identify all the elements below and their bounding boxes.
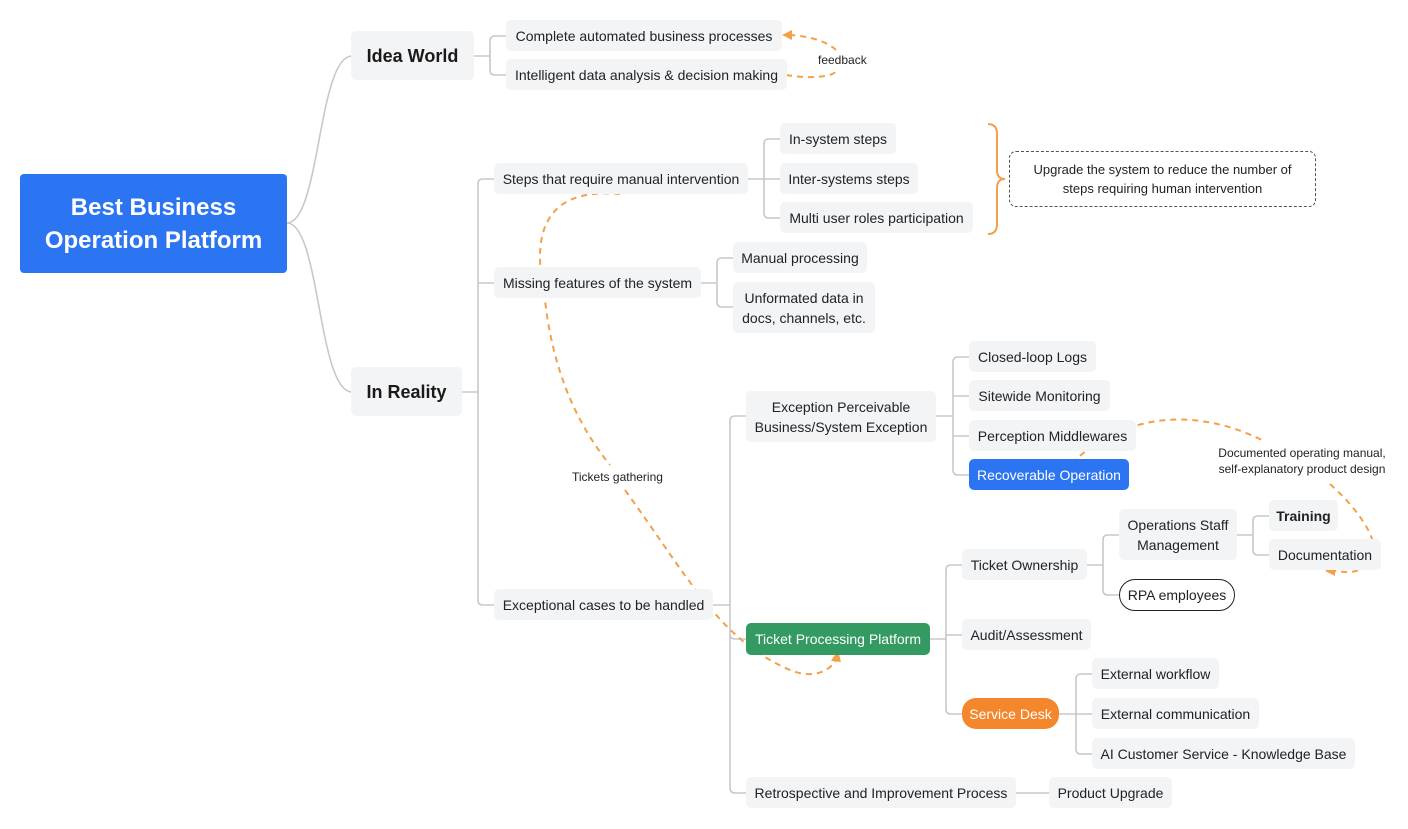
connector-service-desk xyxy=(1059,673,1093,755)
summary-note[interactable]: Upgrade the system to reduce the number … xyxy=(1009,151,1316,207)
node-recoverable-operation[interactable]: Recoverable Operation xyxy=(969,459,1129,490)
connector-reality-trunk xyxy=(462,178,495,606)
relationship-feedback xyxy=(785,69,836,79)
node-ticket-processing-platform[interactable]: Ticket Processing Platform xyxy=(746,623,930,655)
connector-root-reality xyxy=(286,222,353,393)
relationship-label-documented: Documented operating manual, self-explan… xyxy=(1218,446,1386,476)
node-documentation[interactable]: Documentation xyxy=(1269,539,1381,570)
node-unformated-data[interactable]: Unformated data in docs, channels, etc. xyxy=(733,282,875,333)
node-perception-middlewares[interactable]: Perception Middlewares xyxy=(969,420,1136,451)
root-label: Best Business Operation Platform xyxy=(44,193,263,254)
node-multi-user-roles[interactable]: Multi user roles participation xyxy=(780,202,973,233)
connector-steps xyxy=(748,138,780,219)
connector-idea-children xyxy=(474,35,507,76)
node-label: Product Upgrade xyxy=(1057,784,1164,801)
root-node[interactable]: Best Business Operation Platform xyxy=(20,174,287,273)
node-complete-automated[interactable]: Complete automated business processes xyxy=(506,20,782,51)
node-steps-manual[interactable]: Steps that require manual intervention xyxy=(494,163,748,194)
node-exception-perceivable[interactable]: Exception Perceivable Business/System Ex… xyxy=(746,391,936,442)
node-intelligent-data[interactable]: Intelligent data analysis & decision mak… xyxy=(506,59,787,90)
node-label: RPA employees xyxy=(1127,587,1227,603)
node-idea-world[interactable]: Idea World xyxy=(351,31,474,80)
node-label: External communication xyxy=(1100,705,1251,722)
node-sitewide-monitoring[interactable]: Sitewide Monitoring xyxy=(969,380,1110,411)
node-idea-world-label: Idea World xyxy=(366,45,459,66)
connector-ticket-platform xyxy=(929,564,962,715)
node-retrospective[interactable]: Retrospective and Improvement Process xyxy=(746,777,1016,808)
node-operations-staff[interactable]: Operations Staff Management xyxy=(1119,509,1237,560)
node-label: Operations Staff Management xyxy=(1127,516,1229,553)
node-label: Retrospective and Improvement Process xyxy=(754,784,1008,801)
connector-staff xyxy=(1236,515,1270,556)
connector-ownership xyxy=(1087,534,1120,596)
node-label: Complete automated business processes xyxy=(515,27,773,44)
node-service-desk[interactable]: Service Desk xyxy=(962,698,1059,729)
node-label: Inter-systems steps xyxy=(788,170,910,187)
node-external-workflow[interactable]: External workflow xyxy=(1092,658,1219,689)
relationship-label-tickets-gathering: Tickets gathering xyxy=(572,470,663,484)
node-manual-processing[interactable]: Manual processing xyxy=(733,242,867,273)
relationship-feedback-upper xyxy=(789,34,837,51)
relationship-label-feedback: feedback xyxy=(818,53,867,67)
node-exceptional-cases[interactable]: Exceptional cases to be handled xyxy=(494,589,713,620)
node-in-system-steps[interactable]: In-system steps xyxy=(780,123,896,154)
node-in-reality[interactable]: In Reality xyxy=(351,367,462,416)
node-label: External workflow xyxy=(1100,665,1211,682)
summary-note-text: Upgrade the system to reduce the number … xyxy=(1033,162,1292,196)
node-label: Documentation xyxy=(1277,546,1373,563)
node-ticket-ownership[interactable]: Ticket Ownership xyxy=(962,549,1087,580)
connector-missing xyxy=(701,257,734,308)
node-label: Training xyxy=(1276,507,1331,524)
node-label: Manual processing xyxy=(741,249,859,266)
node-label: Perception Middlewares xyxy=(977,427,1128,444)
summary-brace xyxy=(987,123,1006,235)
connector-perceivable xyxy=(936,356,969,476)
node-label: Exception Perceivable Business/System Ex… xyxy=(754,398,928,435)
connector-exceptional xyxy=(713,415,747,794)
node-label: Sitewide Monitoring xyxy=(978,387,1101,404)
node-missing-features[interactable]: Missing features of the system xyxy=(494,267,701,298)
node-label: Recoverable Operation xyxy=(977,466,1121,483)
node-label: Ticket Processing Platform xyxy=(755,631,921,647)
connector-root-idea xyxy=(286,55,353,224)
node-audit-assessment[interactable]: Audit/Assessment xyxy=(962,619,1091,650)
node-label: Intelligent data analysis & decision mak… xyxy=(514,66,779,83)
arrowhead-feedback xyxy=(782,30,792,40)
node-label: AI Customer Service - Knowledge Base xyxy=(1100,745,1347,762)
node-label: In-system steps xyxy=(788,130,888,147)
relationship-tickets-gathering xyxy=(539,192,621,466)
node-external-communication[interactable]: External communication xyxy=(1092,698,1259,729)
node-ai-customer-service[interactable]: AI Customer Service - Knowledge Base xyxy=(1092,738,1355,769)
node-label: Multi user roles participation xyxy=(789,209,964,226)
node-in-reality-label: In Reality xyxy=(366,381,447,402)
node-label: Missing features of the system xyxy=(502,274,693,291)
node-label: Audit/Assessment xyxy=(970,626,1083,643)
node-product-upgrade[interactable]: Product Upgrade xyxy=(1049,777,1172,808)
node-label: Ticket Ownership xyxy=(970,556,1079,573)
node-training[interactable]: Training xyxy=(1269,500,1338,531)
node-rpa-employees[interactable]: RPA employees xyxy=(1119,579,1235,611)
node-label: Closed-loop Logs xyxy=(978,348,1087,365)
node-label: Steps that require manual intervention xyxy=(502,170,740,187)
node-inter-systems-steps[interactable]: Inter-systems steps xyxy=(780,163,918,194)
node-closed-loop-logs[interactable]: Closed-loop Logs xyxy=(969,341,1096,372)
node-label: Service Desk xyxy=(969,705,1052,722)
node-label: Exceptional cases to be handled xyxy=(502,596,705,613)
node-label: Unformated data in docs, channels, etc. xyxy=(742,289,866,326)
